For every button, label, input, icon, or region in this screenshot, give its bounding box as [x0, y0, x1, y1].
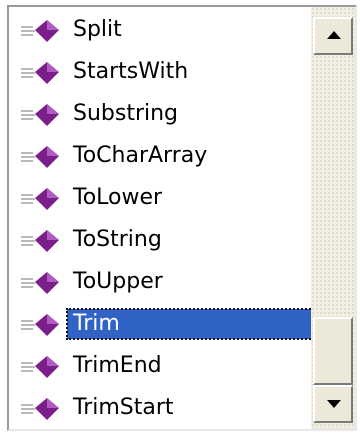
list-item[interactable]: ToCharArray — [9, 135, 311, 177]
member-list-items: Split StartsWith Substring ToCharArray T… — [9, 7, 318, 429]
vertical-scrollbar[interactable] — [311, 7, 355, 429]
list-item-label: StartsWith — [73, 59, 189, 84]
scroll-down-arrow-icon — [327, 400, 341, 408]
list-item[interactable]: ToUpper — [9, 261, 311, 303]
list-item[interactable]: TrimEnd — [9, 345, 311, 387]
list-item[interactable]: ToString — [9, 219, 311, 261]
list-item-label: TrimStart — [73, 395, 174, 420]
list-item-label: Substring — [73, 101, 179, 126]
method-icon — [21, 314, 59, 336]
method-icon — [21, 230, 59, 252]
list-item-selected[interactable]: Trim — [9, 303, 318, 345]
scroll-up-button[interactable] — [313, 17, 353, 55]
method-icon — [21, 356, 59, 378]
scrollbar-thumb[interactable] — [313, 317, 353, 385]
method-icon — [21, 62, 59, 84]
list-item-label: ToUpper — [73, 269, 163, 294]
list-item-label: ToCharArray — [73, 143, 208, 168]
list-item-label: ToLower — [73, 185, 163, 210]
list-item[interactable]: Substring — [9, 93, 311, 135]
scroll-up-arrow-icon — [327, 31, 341, 39]
method-icon — [21, 20, 59, 42]
list-item[interactable]: ToLower — [9, 177, 311, 219]
list-item-label: ToString — [73, 227, 162, 252]
list-item-label: Split — [73, 17, 122, 42]
method-icon — [21, 146, 59, 168]
list-item[interactable]: StartsWith — [9, 51, 311, 93]
method-icon — [21, 398, 59, 420]
member-list[interactable]: Split StartsWith Substring ToCharArray T… — [7, 5, 357, 431]
list-item-label: TrimEnd — [73, 353, 162, 378]
scroll-down-button[interactable] — [313, 385, 353, 423]
method-icon — [21, 104, 59, 126]
method-icon — [21, 272, 59, 294]
list-item-label: Trim — [66, 308, 318, 340]
intellisense-popup: Split StartsWith Substring ToCharArray T… — [0, 0, 360, 434]
list-item[interactable]: TrimStart — [9, 387, 311, 429]
method-icon — [21, 188, 59, 210]
list-item[interactable]: Split — [9, 9, 311, 51]
